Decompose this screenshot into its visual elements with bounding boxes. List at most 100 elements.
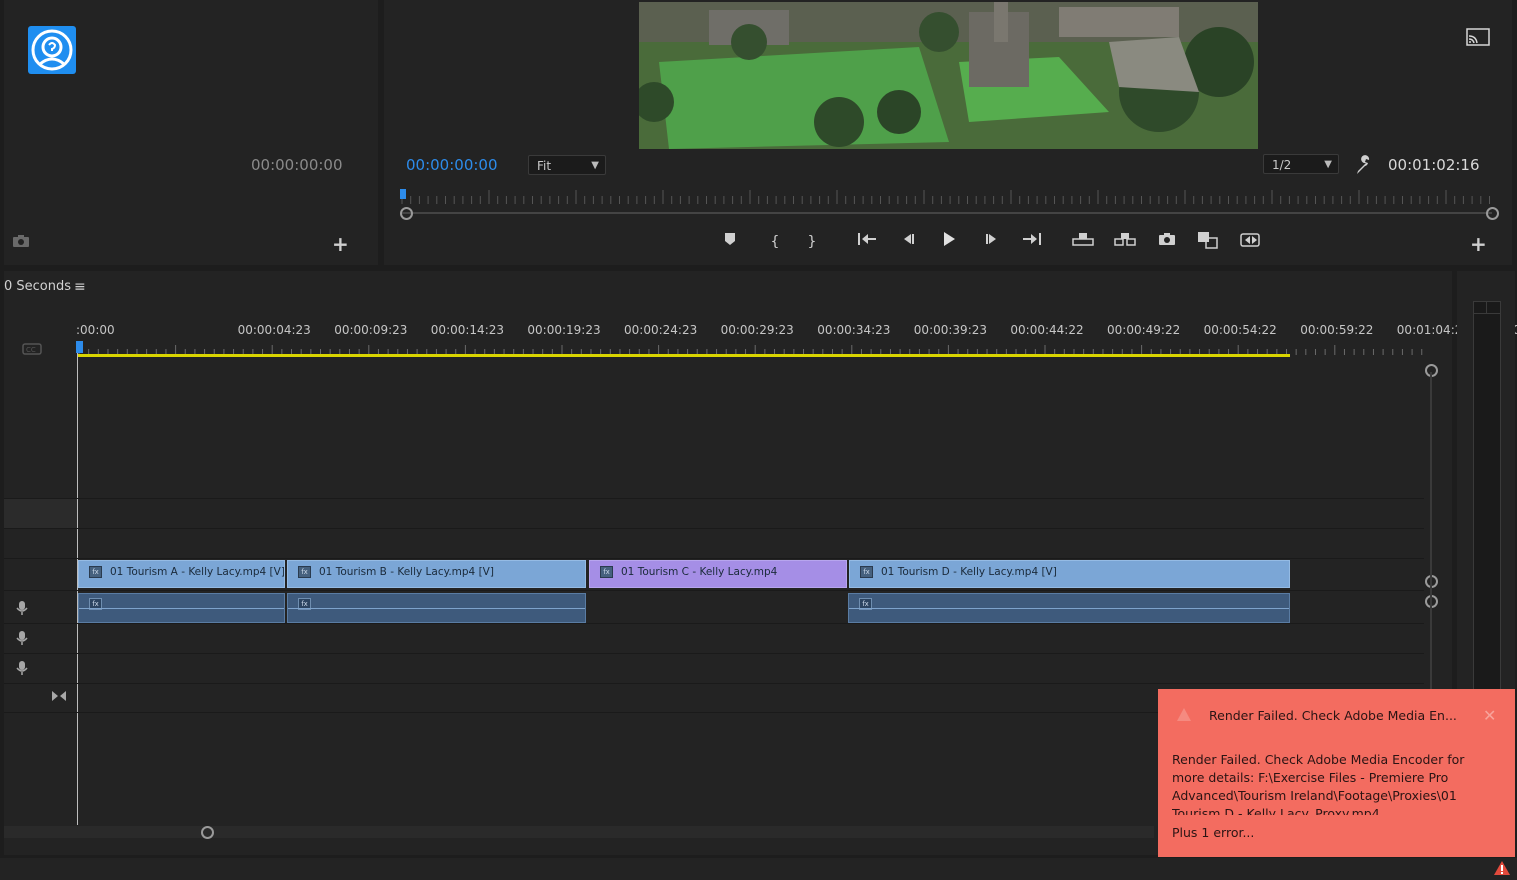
track-divider (4, 558, 1424, 559)
audio-clip[interactable]: fx (287, 593, 586, 623)
ruler-time-label: 00:00:24:23 (624, 323, 698, 337)
program-current-timecode[interactable]: 00:00:00:00 (406, 156, 498, 174)
playhead-line (77, 353, 78, 825)
chevron-down-icon: ▼ (1324, 159, 1332, 170)
fx-badge-icon: fx (89, 566, 102, 578)
video-clip[interactable]: fx 01 Tourism D - Kelly Lacy.mp4 [V] (849, 560, 1290, 588)
wrench-icon[interactable] (1354, 155, 1374, 179)
program-video-frame (639, 2, 1258, 149)
ruler-time-label: 00:00:19:23 (527, 323, 601, 337)
microphone-icon[interactable] (15, 660, 29, 676)
video-clip[interactable]: fx 01 Tourism C - Kelly Lacy.mp4 (589, 560, 847, 588)
warning-icon[interactable] (1493, 860, 1511, 880)
audio-clip[interactable]: fx (78, 593, 285, 623)
resolution-value: 1/2 (1272, 158, 1292, 172)
track-divider (4, 590, 1424, 591)
audio-meter-panel (1457, 271, 1515, 693)
notification-title: Render Failed. Check Adobe Media En... (1209, 708, 1457, 723)
ruler-time-label: :00:00 (76, 323, 115, 337)
ruler-time-label: 00:00:49:22 (1107, 323, 1181, 337)
source-monitor-panel: 00:00:00:00 + (4, 0, 378, 265)
ruler-time-label: 00:00:04:23 (237, 323, 311, 337)
zoom-value: Fit (537, 159, 552, 173)
ruler-time-label: 00:00:44:22 (1010, 323, 1084, 337)
clip-label: 01 Tourism B - Kelly Lacy.mp4 [V] (319, 566, 494, 578)
play-icon[interactable] (938, 231, 960, 253)
add-button-icon[interactable]: + (332, 232, 349, 256)
ruler-time-label: 00:00:14:23 (430, 323, 505, 337)
camera-icon[interactable] (12, 234, 30, 252)
lift-icon[interactable] (1072, 231, 1094, 253)
vertical-scroll-track[interactable] (1430, 372, 1432, 692)
notification-warning-icon (1176, 707, 1192, 726)
notification-body: Render Failed. Check Adobe Media Encoder… (1172, 752, 1465, 815)
audio-meter (1473, 301, 1501, 693)
ruler-time-label: 00:00:09:23 (334, 323, 408, 337)
track-divider (4, 653, 1424, 654)
help-icon[interactable] (28, 26, 76, 74)
microphone-icon[interactable] (15, 600, 29, 616)
ruler-time-label: 00:00:39:23 (913, 323, 988, 337)
program-scroll-track[interactable] (402, 212, 1492, 214)
track-divider (4, 528, 1424, 529)
clip-label: 01 Tourism C - Kelly Lacy.mp4 (621, 566, 778, 578)
cast-icon[interactable] (1466, 28, 1490, 50)
video-clip[interactable]: fx 01 Tourism B - Kelly Lacy.mp4 [V] (287, 560, 586, 588)
comparison-view-icon[interactable] (1197, 231, 1219, 253)
fx-badge-icon: fx (298, 566, 311, 578)
go-to-in-icon[interactable] (856, 231, 878, 253)
audio-clip[interactable]: fx (848, 593, 1290, 623)
add-button-icon[interactable]: + (1470, 232, 1487, 256)
work-area-bar[interactable] (77, 354, 1290, 357)
chevron-down-icon: ▼ (591, 160, 599, 171)
render-failed-notification[interactable]: Render Failed. Check Adobe Media En... ✕… (1158, 689, 1515, 857)
marker-icon[interactable] (719, 231, 741, 253)
insert-overlay-icon[interactable] (1240, 231, 1262, 253)
mark-out-icon[interactable]: } (801, 231, 823, 253)
horizontal-scroll-track[interactable] (4, 826, 1154, 838)
close-icon[interactable]: ✕ (1483, 706, 1496, 725)
go-to-out-icon[interactable] (1021, 231, 1043, 253)
zoom-dropdown[interactable]: Fit ▼ (528, 155, 606, 175)
playhead[interactable] (76, 341, 83, 353)
program-scroll-end-handle[interactable] (1486, 207, 1499, 220)
track-header-row (4, 499, 77, 528)
track-divider (4, 623, 1424, 624)
audio-waveform (79, 608, 284, 609)
clip-label: 01 Tourism A - Kelly Lacy.mp4 [V] (110, 566, 285, 578)
program-duration-timecode: 00:01:02:16 (1388, 156, 1480, 174)
program-time-ruler[interactable] (400, 186, 1495, 206)
program-monitor-panel: 00:00:00:00 Fit ▼ 1/2 ▼ 00:01:02:16 { } (384, 0, 1512, 265)
track-divider (4, 683, 1424, 684)
clip-label: 01 Tourism D - Kelly Lacy.mp4 [V] (881, 566, 1057, 578)
audio-waveform (849, 608, 1289, 609)
step-back-icon[interactable] (897, 231, 919, 253)
audio-meter-divider (1473, 313, 1500, 314)
microphone-icon[interactable] (15, 630, 29, 646)
notification-footer[interactable]: Plus 1 error... (1172, 825, 1254, 840)
master-track-icon[interactable] (51, 687, 67, 706)
export-frame-icon[interactable] (1156, 231, 1178, 253)
fx-badge-icon: fx (860, 566, 873, 578)
ruler-time-label: 00:00:29:23 (720, 323, 794, 337)
audio-waveform (288, 608, 585, 609)
extract-icon[interactable] (1114, 231, 1136, 253)
captions-icon[interactable]: CC (22, 340, 42, 359)
video-clip[interactable]: fx 01 Tourism A - Kelly Lacy.mp4 [V] (78, 560, 285, 588)
hamburger-menu-icon[interactable]: ≡ (74, 279, 86, 295)
fx-badge-icon: fx (600, 566, 613, 578)
horizontal-scroll-handle[interactable] (201, 826, 214, 839)
source-timecode[interactable]: 00:00:00:00 (251, 156, 343, 174)
ruler-time-label: 00:00:59:22 (1300, 323, 1374, 337)
ruler-time-label: 00:00:54:22 (1203, 323, 1277, 337)
sequence-name[interactable]: 0 Seconds (4, 279, 71, 294)
status-bar (0, 858, 1517, 880)
svg-text:CC: CC (26, 346, 36, 354)
resolution-dropdown[interactable]: 1/2 ▼ (1263, 154, 1339, 174)
mark-in-icon[interactable]: { (764, 231, 786, 253)
program-scroll-start-handle[interactable] (400, 207, 413, 220)
ruler-time-label: 00:00:34:23 (817, 323, 891, 337)
track-divider (4, 498, 1424, 499)
step-forward-icon[interactable] (981, 231, 1003, 253)
audio-meter-divider (1486, 301, 1487, 313)
